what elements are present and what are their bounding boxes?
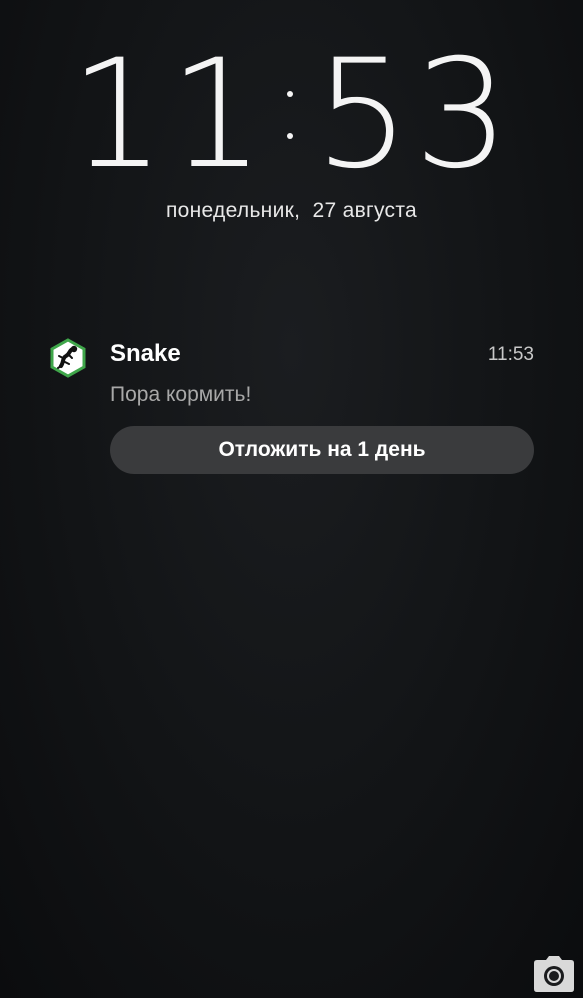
notification-app-name: Snake (110, 340, 181, 367)
clock-separator-dot-bottom (286, 133, 293, 139)
lockscreen-clock: 11 53 (0, 40, 583, 190)
camera-icon[interactable] (533, 955, 575, 993)
lockscreen-date: понедельник, 27 августа (165, 199, 418, 222)
clock-minutes: 53 (314, 28, 514, 202)
snooze-one-day-button[interactable]: Отложить на 1 день (110, 426, 534, 474)
snooze-one-day-label: Отложить на 1 день (218, 438, 426, 461)
snake-app-icon (48, 338, 88, 378)
clock-separator-dot-top (286, 91, 293, 97)
notification-text: Пора кормить! (110, 383, 252, 406)
clock-separator (286, 40, 293, 190)
clock-hours: 11 (69, 28, 269, 202)
notification-time: 11:53 (487, 344, 534, 365)
